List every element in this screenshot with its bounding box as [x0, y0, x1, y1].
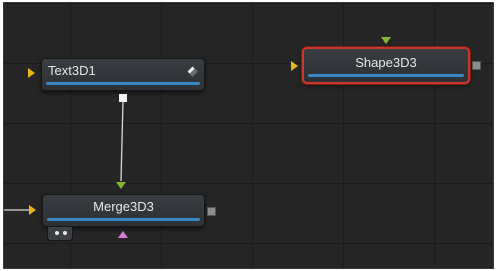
merge3d-effect-mask-arrow[interactable] — [118, 231, 128, 238]
node-text3d1-label: Text3D1 — [48, 63, 96, 78]
node-text3d1[interactable]: Text3D1 — [41, 58, 205, 91]
node-shape3d3[interactable]: Shape3D3 — [302, 47, 470, 84]
node-merge3d3[interactable]: Merge3D3 — [42, 194, 205, 227]
text3d-output-square[interactable] — [119, 94, 127, 102]
node-shape3d3-status-bar — [308, 74, 464, 77]
text3d-input-arrow[interactable] — [28, 68, 35, 78]
node-shape3d3-label: Shape3D3 — [355, 55, 417, 70]
connection-wires — [4, 100, 124, 211]
shape3d-input-arrow[interactable] — [291, 61, 298, 71]
dot-1 — [55, 231, 59, 235]
merge3d-input-arrow[interactable] — [29, 205, 36, 215]
merge3d-top-input-arrow[interactable] — [116, 182, 126, 189]
dot-2 — [63, 231, 67, 235]
shape3d-output-square[interactable] — [472, 61, 481, 70]
wire-text3d-to-merge3d — [120, 100, 124, 182]
node-editor-canvas[interactable]: Text3D1 Shape3D3 Merge3D3 — [3, 2, 494, 269]
node-merge3d3-status-bar — [47, 218, 200, 221]
merge3d-more-inputs-tab[interactable] — [47, 227, 73, 241]
node-merge3d3-label: Merge3D3 — [93, 199, 154, 214]
node-text3d1-status-bar — [46, 82, 200, 85]
shape3d-top-input-arrow[interactable] — [381, 37, 391, 44]
merge3d-output-square[interactable] — [207, 207, 216, 216]
